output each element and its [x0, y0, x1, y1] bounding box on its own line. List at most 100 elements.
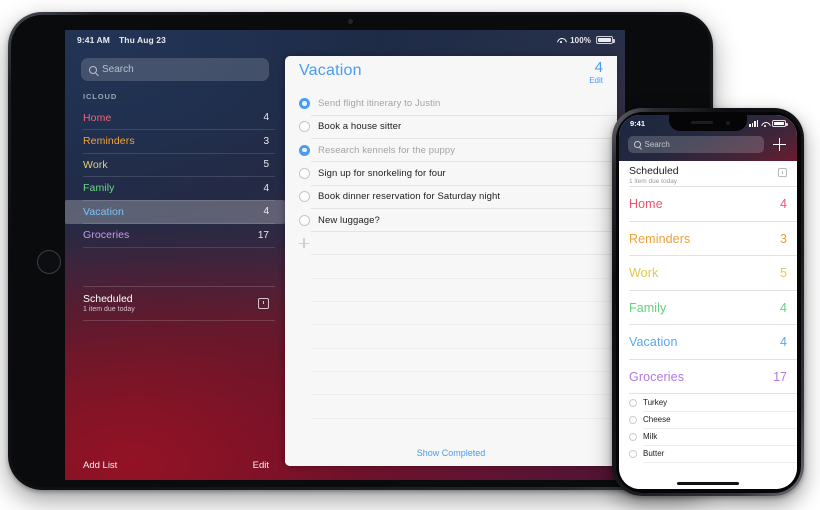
task-checkbox[interactable]	[299, 98, 310, 110]
task-checkbox[interactable]	[299, 168, 310, 180]
iphone-screen: 9:41 Search Scheduled 1 item due today H…	[619, 115, 797, 489]
sidebar-item-vacation[interactable]: Vacation 4	[65, 200, 285, 224]
sidebar-item-home[interactable]: Home 4	[65, 106, 285, 130]
list-name: Family	[83, 182, 115, 195]
alarm-clock-icon	[778, 168, 787, 177]
sidebar-item-work[interactable]: Work 5	[65, 153, 285, 177]
task-checkbox[interactable]	[629, 415, 637, 424]
ipad-device: 9:41 AM Thu Aug 23 100% Search ICLOUD Ho	[8, 12, 713, 490]
grocery-label: Butter	[643, 449, 665, 458]
task-row[interactable]: Book a house sitter	[285, 115, 617, 139]
list-count: 5	[780, 266, 787, 281]
plus-icon	[299, 238, 309, 249]
list-name: Vacation	[629, 335, 678, 350]
list-item-groceries[interactable]: Groceries 17	[619, 360, 797, 395]
edit-lists-button[interactable]: Edit	[253, 460, 269, 471]
iphone-list-body: Scheduled 1 item due today Home 4 Remind…	[619, 161, 797, 489]
ipad-front-camera	[348, 19, 353, 24]
search-placeholder: Search	[644, 140, 670, 149]
page-title: Vacation	[299, 62, 362, 79]
list-count: 4	[263, 112, 269, 124]
list-count: 17	[257, 229, 269, 241]
grocery-item-row[interactable]: Butter	[619, 445, 797, 462]
alarm-clock-icon	[258, 297, 269, 309]
task-row[interactable]: Research kennels for the puppy	[285, 139, 617, 163]
list-count: 4	[263, 182, 269, 194]
grocery-item-row[interactable]: Turkey	[619, 394, 797, 411]
grocery-label: Cheese	[643, 415, 671, 424]
task-label: Book a house sitter	[318, 121, 402, 133]
task-checkbox[interactable]	[629, 432, 637, 441]
screenshot-stage: 9:41 AM Thu Aug 23 100% Search ICLOUD Ho	[0, 0, 820, 510]
list-item-home[interactable]: Home 4	[619, 187, 797, 222]
grocery-label: Milk	[643, 432, 658, 441]
search-input[interactable]: Search	[628, 136, 764, 153]
scheduled-title: Scheduled	[629, 165, 679, 177]
list-item-work[interactable]: Work 5	[619, 256, 797, 291]
status-right-cluster	[749, 120, 788, 127]
task-label: New luggage?	[318, 214, 380, 226]
task-row[interactable]: Sign up for snorkeling for four	[285, 162, 617, 186]
list-item-vacation[interactable]: Vacation 4	[619, 325, 797, 360]
sidebar-item-reminders[interactable]: Reminders 3	[65, 130, 285, 154]
status-time: 9:41 AM	[77, 35, 110, 45]
home-indicator[interactable]	[677, 482, 739, 485]
ruled-line	[285, 278, 617, 302]
list-name: Home	[629, 197, 663, 212]
sidebar-item-scheduled[interactable]: Scheduled 1 item due today	[65, 286, 285, 320]
grocery-item-row[interactable]: Cheese	[619, 411, 797, 428]
task-label: Send flight itinerary to Justin	[318, 98, 441, 110]
sidebar-item-family[interactable]: Family 4	[65, 177, 285, 201]
ruled-line	[285, 372, 617, 396]
ipad-screen: 9:41 AM Thu Aug 23 100% Search ICLOUD Ho	[65, 30, 625, 480]
battery-icon	[772, 120, 788, 127]
grocery-item-row[interactable]: Milk	[619, 428, 797, 445]
task-row[interactable]: Send flight itinerary to Justin	[285, 92, 617, 116]
cellular-signal-icon	[749, 120, 758, 127]
task-row[interactable]: Book dinner reservation for Saturday nig…	[285, 185, 617, 209]
search-icon	[634, 141, 641, 148]
task-checkbox[interactable]	[299, 144, 310, 156]
iphone-status-bar: 9:41	[619, 117, 797, 130]
sidebar-item-groceries[interactable]: Groceries 17	[65, 224, 285, 248]
status-right-cluster: 100%	[557, 36, 615, 45]
list-name: Family	[629, 300, 667, 315]
wifi-icon	[761, 121, 769, 127]
search-icon	[89, 65, 97, 74]
edit-button[interactable]: Edit	[589, 76, 603, 85]
task-checkbox[interactable]	[299, 191, 310, 203]
task-checkbox[interactable]	[629, 449, 637, 458]
list-count: 4	[780, 197, 787, 212]
search-input[interactable]: Search	[81, 58, 269, 81]
task-checkbox[interactable]	[299, 121, 310, 133]
ruled-line	[285, 302, 617, 326]
section-header-icloud: ICLOUD	[83, 92, 118, 101]
ruled-line	[285, 255, 617, 279]
grocery-label: Turkey	[643, 398, 668, 407]
task-label: Sign up for snorkeling for four	[318, 168, 446, 180]
task-checkbox[interactable]	[299, 214, 310, 226]
list-count: 4	[780, 335, 787, 350]
show-completed-button[interactable]: Show Completed	[417, 448, 486, 458]
search-placeholder: Search	[102, 64, 134, 75]
ipad-home-button[interactable]	[37, 250, 61, 274]
list-item-scheduled[interactable]: Scheduled 1 item due today	[619, 161, 797, 187]
ipad-sidebar: Search ICLOUD Home 4 Reminders 3 Work 5	[65, 50, 285, 480]
list-name: Reminders	[629, 231, 691, 246]
list-item-reminders[interactable]: Reminders 3	[619, 222, 797, 257]
add-task-row[interactable]	[285, 232, 617, 256]
task-label: Book dinner reservation for Saturday nig…	[318, 191, 501, 203]
task-checkbox[interactable]	[629, 398, 637, 407]
add-list-button[interactable]	[773, 138, 786, 151]
list-item-family[interactable]: Family 4	[619, 291, 797, 326]
scheduled-subtitle: 1 item due today	[83, 306, 135, 313]
add-list-button[interactable]: Add List	[83, 460, 117, 471]
list-name: Reminders	[83, 135, 135, 148]
list-name: Vacation	[83, 205, 124, 218]
ruled-line	[285, 325, 617, 349]
detail-footer: Show Completed	[285, 440, 617, 466]
status-time: 9:41	[630, 119, 646, 128]
list-name: Work	[629, 266, 659, 281]
iphone-device: 9:41 Search Scheduled 1 item due today H…	[612, 108, 804, 496]
task-row[interactable]: New luggage?	[285, 208, 617, 233]
